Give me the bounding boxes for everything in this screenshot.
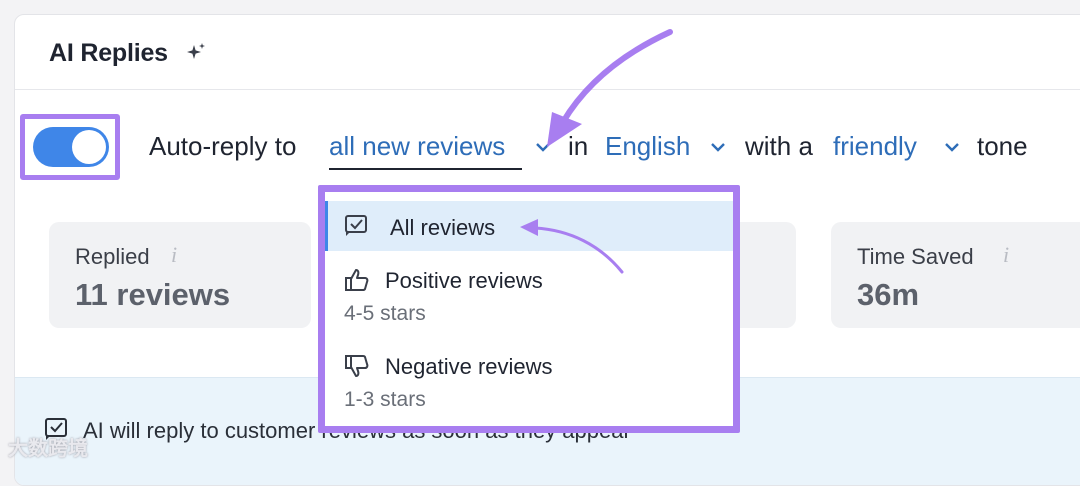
annotation-arrows [520,29,673,274]
watermark-logo: 大数跨境 [8,438,88,460]
